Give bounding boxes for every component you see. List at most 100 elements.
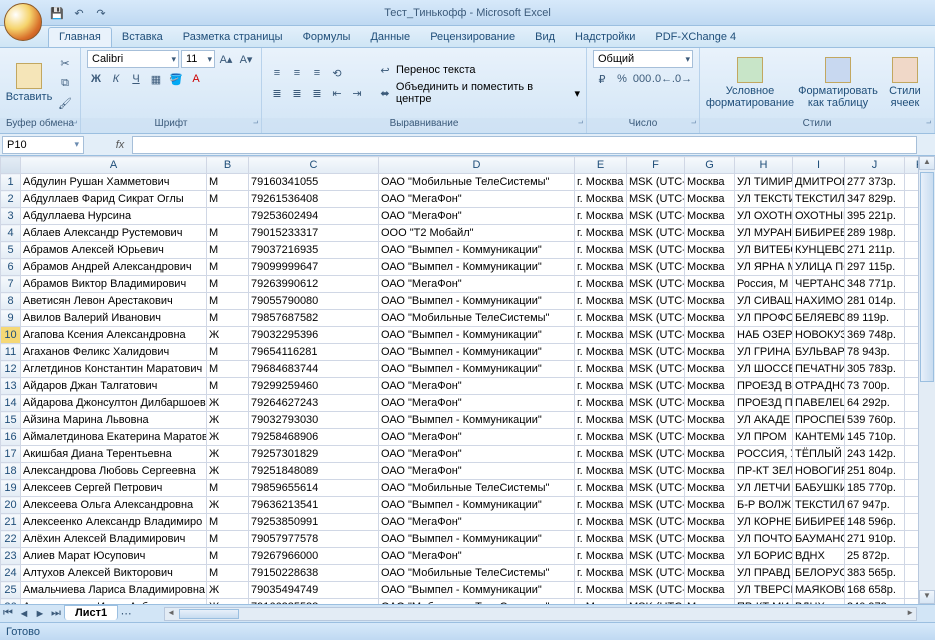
cell[interactable]: Алтухов Алексей Викторович <box>21 565 207 582</box>
cell[interactable]: Ж <box>207 429 249 446</box>
table-row[interactable]: 19Алексеев Сергей ПетровичМ79859655614ОА… <box>1 480 935 497</box>
cell[interactable]: 297 115р. <box>845 259 905 276</box>
col-header[interactable]: G <box>685 157 735 174</box>
cell[interactable]: ОАО "Вымпел - Коммуникации" <box>379 582 575 599</box>
cell[interactable]: MSK (UTC- <box>627 276 685 293</box>
col-header[interactable]: F <box>627 157 685 174</box>
cell[interactable]: 348 771р. <box>845 276 905 293</box>
cell[interactable]: Москва <box>685 293 735 310</box>
row-header[interactable]: 22 <box>1 531 21 548</box>
office-button[interactable] <box>4 3 42 41</box>
cell[interactable]: Аветисян Левон Арестакович <box>21 293 207 310</box>
cell[interactable]: ОАО "Вымпел - Коммуникации" <box>379 259 575 276</box>
cell[interactable]: Ж <box>207 463 249 480</box>
copy-icon[interactable]: ⧉ <box>56 74 74 92</box>
cell[interactable]: М <box>207 293 249 310</box>
row-header[interactable]: 17 <box>1 446 21 463</box>
scroll-thumb[interactable] <box>920 172 934 382</box>
cell[interactable]: ОАО "МегаФон" <box>379 191 575 208</box>
align-top-icon[interactable]: ≡ <box>268 64 286 82</box>
cell[interactable]: Айдарова Джонсултон Дилбаршоев <box>21 395 207 412</box>
table-row[interactable]: 7Абрамов Виктор ВладимировичМ79263990612… <box>1 276 935 293</box>
cell[interactable]: ПАВЕЛЕЦ <box>793 395 845 412</box>
cell[interactable]: г. Москва <box>575 276 627 293</box>
cell[interactable]: Айдаров Джан Талгатович <box>21 378 207 395</box>
cell[interactable]: г. Москва <box>575 259 627 276</box>
align-bot-icon[interactable]: ≡ <box>308 64 326 82</box>
table-row[interactable]: 6Абрамов Андрей АлександровичМ7909999964… <box>1 259 935 276</box>
border-icon[interactable]: ▦ <box>147 70 165 88</box>
row-header[interactable]: 23 <box>1 548 21 565</box>
sheet-nav-prev-icon[interactable]: ◄ <box>16 608 32 620</box>
row-header[interactable]: 8 <box>1 293 21 310</box>
cell[interactable]: ОАО "МегаФон" <box>379 514 575 531</box>
cell[interactable]: г. Москва <box>575 378 627 395</box>
cell[interactable]: 277 373р. <box>845 174 905 191</box>
cell[interactable]: Алексеева Ольга Александровна <box>21 497 207 514</box>
cell[interactable]: MSK (UTC- <box>627 208 685 225</box>
col-header[interactable]: I <box>793 157 845 174</box>
cell[interactable]: MSK (UTC- <box>627 395 685 412</box>
indent-inc-icon[interactable]: ⇥ <box>348 84 366 102</box>
cell[interactable]: Москва <box>685 497 735 514</box>
cell[interactable]: М <box>207 259 249 276</box>
cell[interactable]: 79267966000 <box>249 548 379 565</box>
cell[interactable]: ОАО "Мобильные ТелеСистемы" <box>379 480 575 497</box>
cell[interactable]: ОАО "МегаФон" <box>379 463 575 480</box>
cell[interactable]: MSK (UTC- <box>627 565 685 582</box>
cell[interactable]: 369 748р. <box>845 327 905 344</box>
cell[interactable]: М <box>207 361 249 378</box>
cell[interactable]: Москва <box>685 327 735 344</box>
cell[interactable]: 281 014р. <box>845 293 905 310</box>
sheet-nav-first-icon[interactable]: ⏮ <box>0 607 16 620</box>
row-header[interactable]: 2 <box>1 191 21 208</box>
cell[interactable]: Александрова Любовь Сергеевна <box>21 463 207 480</box>
cell[interactable]: 79261536408 <box>249 191 379 208</box>
cell[interactable]: Москва <box>685 361 735 378</box>
format-as-table-button[interactable]: Форматировать как таблицу <box>798 54 878 112</box>
cell[interactable]: г. Москва <box>575 531 627 548</box>
cell[interactable]: М <box>207 174 249 191</box>
cell[interactable]: БАУМАНС <box>793 531 845 548</box>
cell[interactable]: 168 658р. <box>845 582 905 599</box>
conditional-format-button[interactable]: Условное форматирование <box>706 54 794 112</box>
cell[interactable]: М <box>207 565 249 582</box>
cell[interactable]: РОССИЯ, У <box>735 446 793 463</box>
row-header[interactable]: 3 <box>1 208 21 225</box>
cell[interactable]: Москва <box>685 378 735 395</box>
cell[interactable]: БАБУШКИ <box>793 480 845 497</box>
font-color-icon[interactable]: A <box>187 70 205 88</box>
cell[interactable]: MSK (UTC- <box>627 463 685 480</box>
cell[interactable]: 347 829р. <box>845 191 905 208</box>
cell[interactable]: 271 211р. <box>845 242 905 259</box>
ribbon-tab-0[interactable]: Главная <box>48 27 112 47</box>
row-header[interactable]: 24 <box>1 565 21 582</box>
cell[interactable]: Москва <box>685 446 735 463</box>
cell[interactable]: Алексеев Сергей Петрович <box>21 480 207 497</box>
formula-bar[interactable] <box>132 136 917 154</box>
cell[interactable]: Москва <box>685 276 735 293</box>
row-header[interactable]: 15 <box>1 412 21 429</box>
cell[interactable]: УЛ ШОССЕ <box>735 361 793 378</box>
table-row[interactable]: 26Аминджанова Истат АкбаровнаЖ7916628558… <box>1 599 935 605</box>
cell[interactable]: MSK (UTC- <box>627 310 685 327</box>
cell[interactable]: УЛ ПРОФС <box>735 310 793 327</box>
cell[interactable]: Москва <box>685 395 735 412</box>
sheet-nav-next-icon[interactable]: ► <box>32 608 48 620</box>
bold-icon[interactable]: Ж <box>87 70 105 88</box>
cell[interactable] <box>207 208 249 225</box>
cell[interactable]: 145 710р. <box>845 429 905 446</box>
cell[interactable]: Акишбая Диана Терентьевна <box>21 446 207 463</box>
cell[interactable]: 79654116281 <box>249 344 379 361</box>
cell[interactable]: УЛ ПРОМ <box>735 429 793 446</box>
cell[interactable]: УЛИЦА ПС <box>793 259 845 276</box>
cell[interactable]: 25 872р. <box>845 548 905 565</box>
col-header[interactable]: A <box>21 157 207 174</box>
cell[interactable]: 79032793030 <box>249 412 379 429</box>
cell[interactable]: Аглетдинов Константин Маратович <box>21 361 207 378</box>
cell[interactable]: М <box>207 480 249 497</box>
cell[interactable]: УЛ ЯРНА М <box>735 259 793 276</box>
cell[interactable]: УЛ МУРАН <box>735 225 793 242</box>
cell[interactable]: г. Москва <box>575 174 627 191</box>
cell[interactable]: М <box>207 514 249 531</box>
